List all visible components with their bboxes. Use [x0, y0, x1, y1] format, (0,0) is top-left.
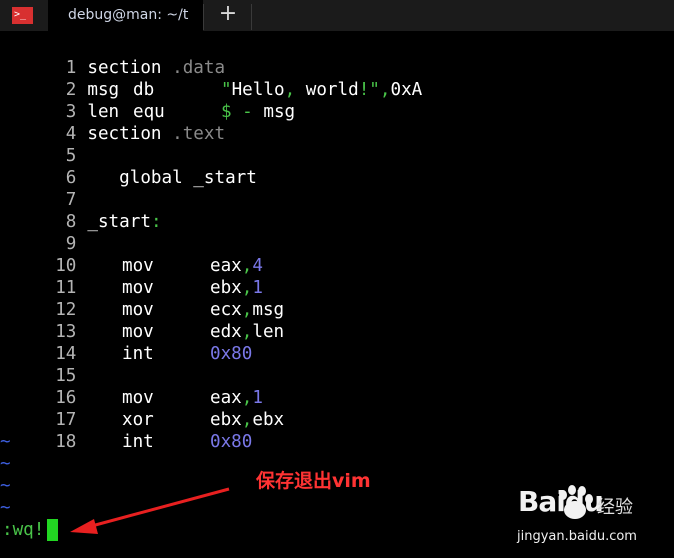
watermark-label: 经验 [597, 497, 633, 518]
watermark-logo: Baidu [518, 485, 604, 518]
watermark: Baidu 经验 jingyan.baidu.com [513, 485, 668, 555]
watermark-url: jingyan.baidu.com [517, 529, 637, 544]
annotation-text: 保存退出vim [256, 470, 371, 492]
